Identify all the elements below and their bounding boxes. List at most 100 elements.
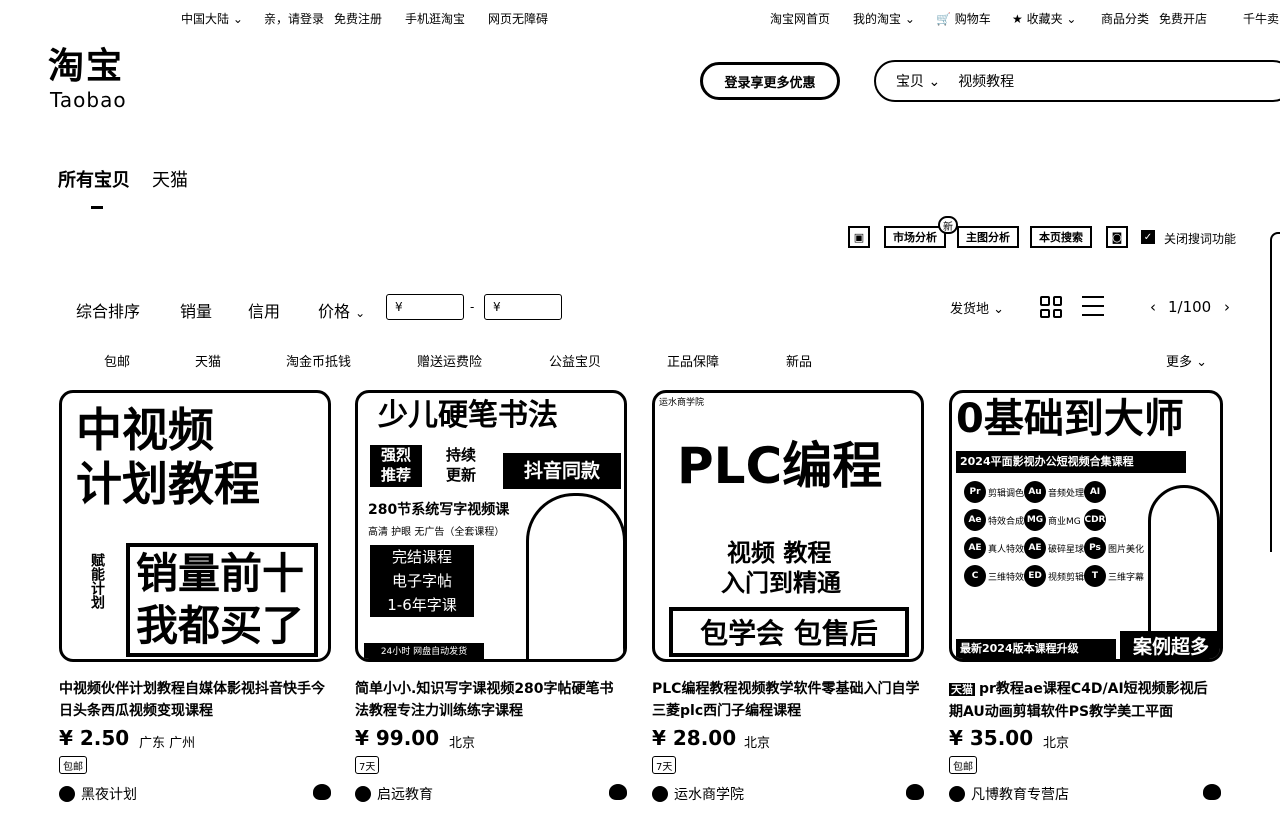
software-icon: CDR [1084,509,1106,531]
filter-tmall[interactable]: 天猫 [195,351,221,370]
market-analysis-button[interactable]: 市场分析 [884,226,946,248]
open-shop-link[interactable]: 免费开店 [1159,10,1207,27]
software-icon: Ps [1084,537,1106,559]
sort-credit[interactable]: 信用 [248,298,280,322]
search-input[interactable]: 视频教程 [958,71,1014,91]
product-title[interactable]: 简单小小.知识写字课视频280字帖硬笔书法教程专注力训练练字课程 [355,678,627,722]
image-text: 计划教程 [76,457,260,511]
product-image[interactable]: 中视频 计划教程 赋能计划 销量前十 我都买了 [59,390,331,662]
home-link[interactable]: 淘宝网首页 [770,10,830,27]
page-indicator: 1/100 [1168,298,1212,316]
software-icon-item: Pr 剪辑调色 [964,481,1024,503]
close-search-words-label[interactable]: 关闭搜词功能 [1164,230,1236,247]
my-taobao-link[interactable]: 我的淘宝 ⌄ [853,10,915,27]
cart-link[interactable]: 🛒 购物车 [936,10,991,27]
software-icon-item: ED 视频剪辑 [1024,565,1084,587]
software-icon-label: 音频处理 [1048,488,1085,499]
sort-sales[interactable]: 销量 [180,298,212,322]
image-text: 案例超多 [1120,631,1220,659]
filter-genuine[interactable]: 正品保障 [667,351,719,370]
active-tab-indicator [91,206,103,209]
shop-icon [949,786,965,802]
result-tabs: 所有宝贝 天猫 [58,166,210,192]
product-card[interactable]: 少儿硬笔书法 强烈 推荐 持续 更新 抖音同款 280节系统写字视频课 高清 护眼 … [355,390,627,810]
shop-icon [355,786,371,802]
filter-more[interactable]: 更多 ⌄ [1166,351,1207,370]
page-search-button[interactable]: 本页搜索 [1030,226,1092,248]
shop-link[interactable]: 凡博教育专营店 [949,784,1069,804]
image-icon[interactable]: ◙ [1106,226,1128,248]
ship-from-filter[interactable]: 发货地 ⌄ [950,298,1004,317]
shop-link[interactable]: 启远教育 [355,784,433,804]
login-promo-button[interactable]: 登录享更多优惠 [700,62,840,100]
product-title[interactable]: 中视频伙伴计划教程自媒体影视抖音快手今日头条西瓜视频变现课程 [59,678,331,722]
checkbox-icon[interactable]: ✓ [1141,230,1155,244]
price-max-input[interactable]: ¥ [484,294,562,320]
image-text: 销量前十 [136,549,305,598]
product-image[interactable]: 0基础到大师 2024平面影视办公短视频合集课程 Pr 剪辑调色 Au 音频处理 AI A… [949,390,1223,662]
software-icon: AI [1084,481,1106,503]
software-icon: Ae [964,509,986,531]
sort-comprehensive[interactable]: 综合排序 [76,298,140,322]
site-nav-bar: 中国大陆 ⌄ 亲，请登录 免费注册 手机逛淘宝 网页无障碍 淘宝网首页 我的淘宝… [0,0,1280,36]
search-bar[interactable]: 宝贝 ⌄ 视频教程 [874,60,1280,102]
product-price: ¥ 2.50 [59,726,130,750]
image-text: 运水商学院 [659,398,705,408]
grid-view-icon[interactable] [1040,296,1062,318]
categories-link[interactable]: 商品分类 [1101,10,1149,27]
image-text: 中视频 [76,403,214,457]
region-selector[interactable]: 中国大陆 ⌄ [181,10,243,27]
seller-link[interactable]: 千牛卖 [1243,10,1279,27]
tab-all[interactable]: 所有宝贝 [58,170,130,191]
product-image[interactable]: 少儿硬笔书法 强烈 推荐 持续 更新 抖音同款 280节系统写字视频课 高清 护眼 … [355,390,627,662]
shop-link[interactable]: 黑夜计划 [59,784,137,804]
wangwang-chat-icon[interactable] [313,784,331,800]
software-icon-item: C 三维特效 [964,565,1024,587]
filter-new[interactable]: 新品 [786,351,812,370]
software-icon-item: CDR [1084,509,1144,531]
software-icon-item: AE 真人特效 [964,537,1024,559]
accessible-link[interactable]: 网页无障碍 [488,10,548,27]
main-image-analysis-button[interactable]: 主图分析 [957,226,1019,248]
product-card[interactable]: 运水商学院 PLC编程 视频 教程 入门到精通 包学会 包售后 PLC编程教程视… [652,390,924,810]
shop-icon [652,786,668,802]
filter-shipping-insurance[interactable]: 赠送运费险 [417,351,482,370]
filter-free-shipping[interactable]: 包邮 [104,351,130,370]
tab-tmall[interactable]: 天猫 [152,170,188,191]
product-title[interactable]: PLC编程教程视频教学软件零基础入门自学三菱plc西门子编程课程 [652,678,924,722]
service-tag: 包邮 [59,756,87,774]
filter-coins[interactable]: 淘金币抵钱 [286,351,351,370]
next-page-icon[interactable]: › [1224,298,1230,316]
search-scope-selector[interactable]: 宝贝 ⌄ [896,71,940,91]
product-card[interactable]: 中视频 计划教程 赋能计划 销量前十 我都买了 中视频伙伴计划教程自媒体影视抖音… [59,390,331,810]
software-icon-item: T 三维字幕 [1084,565,1144,587]
login-link[interactable]: 亲，请登录 [264,10,324,27]
list-view-icon[interactable] [1082,296,1104,316]
shop-link[interactable]: 运水商学院 [652,784,744,804]
mobile-link[interactable]: 手机逛淘宝 [405,10,465,27]
image-text: 24小时 网盘自动发货 [364,643,484,659]
register-link[interactable]: 免费注册 [334,10,382,27]
sort-price[interactable]: 价格 ⌄ [318,298,365,322]
logo-text-en[interactable]: Taobao [50,88,127,112]
wangwang-chat-icon[interactable] [1203,784,1221,800]
product-price: ¥ 35.00 [949,726,1034,750]
scan-icon[interactable]: ▣ [848,226,870,248]
price-min-input[interactable]: ¥ [386,294,464,320]
wangwang-chat-icon[interactable] [609,784,627,800]
wangwang-chat-icon[interactable] [906,784,924,800]
software-icon: Pr [964,481,986,503]
prev-page-icon[interactable]: ‹ [1150,298,1156,316]
teacher-portrait [1148,485,1220,635]
software-icon: ED [1024,565,1046,587]
product-location: 北京 [449,736,476,751]
chevron-down-icon: ⌄ [355,306,366,320]
logo-text-cn[interactable]: 淘宝 [48,48,124,86]
product-title[interactable]: 天猫 pr教程ae课程C4D/AI短视频影视后期AU动画剪辑软件PS教学美工平面 [949,678,1221,723]
service-tag: 7天 [652,756,677,774]
favorites-link[interactable]: ★ 收藏夹 ⌄ [1012,10,1076,27]
product-card[interactable]: 0基础到大师 2024平面影视办公短视频合集课程 Pr 剪辑调色 Au 音频处理 AI A… [949,390,1223,810]
product-image[interactable]: 运水商学院 PLC编程 视频 教程 入门到精通 包学会 包售后 [652,390,924,662]
filter-charity[interactable]: 公益宝贝 [549,351,601,370]
software-icon: AE [1024,537,1046,559]
